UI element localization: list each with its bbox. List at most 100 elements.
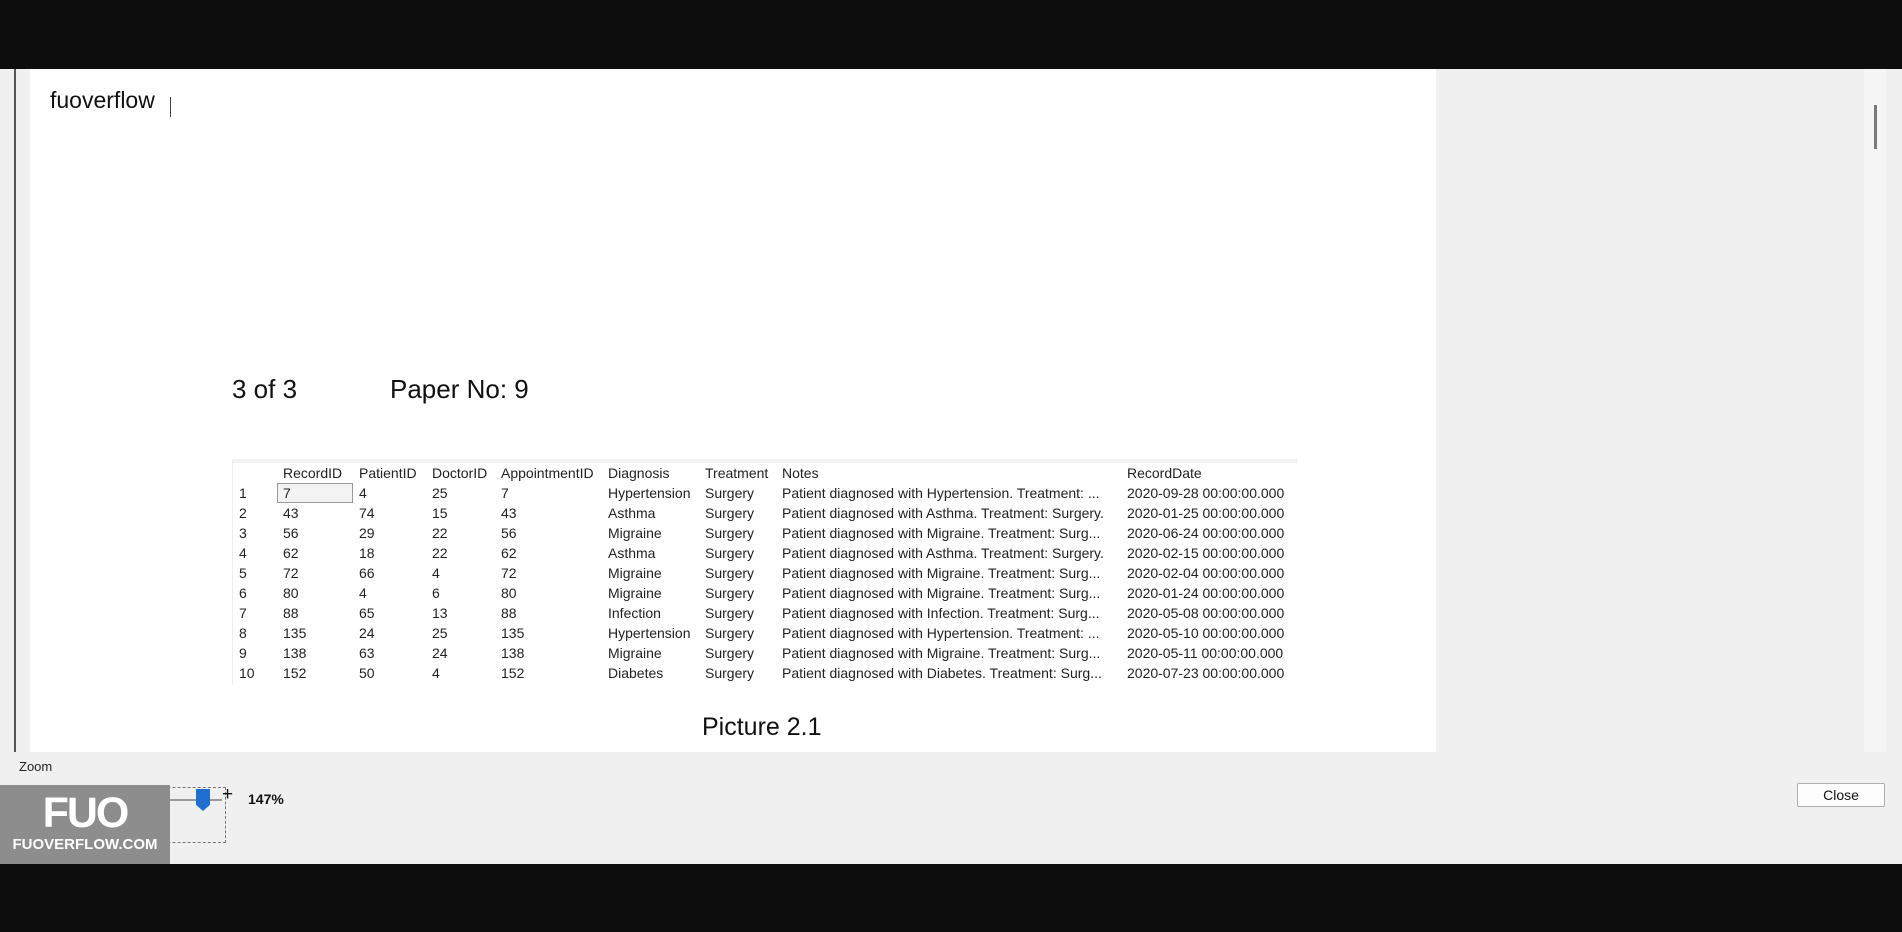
table-cell: Surgery: [705, 485, 755, 501]
table-cell: 2020-02-15 00:00:00.000: [1127, 545, 1285, 561]
table-cell: Patient diagnosed with Migraine. Treatme…: [782, 585, 1101, 601]
table-cell: 24: [432, 645, 448, 661]
table-cell: 22: [432, 545, 448, 561]
table-cell: 4: [432, 565, 440, 581]
table-cell: Patient diagnosed with Hypertension. Tre…: [782, 625, 1100, 641]
watermark-site: FUOVERFLOW.COM: [12, 836, 158, 853]
table-cell: 2020-01-25 00:00:00.000: [1127, 505, 1285, 521]
row-number: 10: [239, 665, 255, 681]
row-number: 2: [239, 505, 247, 521]
table-cell: Surgery: [705, 525, 755, 541]
column-header: RecordID: [283, 465, 343, 481]
column-header: AppointmentID: [501, 465, 594, 481]
table-cell: 25: [432, 485, 448, 501]
zoom-level: 147%: [248, 791, 284, 807]
table-cell: 135: [501, 625, 525, 641]
table-cell: Hypertension: [608, 485, 691, 501]
row-number: 7: [239, 605, 247, 621]
row-number: 3: [239, 525, 247, 541]
table-row: 6 80 4 6 80 Migraine Surgery Patient dia…: [233, 583, 1297, 603]
vertical-scrollbar[interactable]: [1864, 69, 1886, 752]
table-cell: Patient diagnosed with Infection. Treatm…: [782, 605, 1100, 621]
table-cell: Surgery: [705, 625, 755, 641]
table-cell: Migraine: [608, 565, 662, 581]
column-header: RecordDate: [1127, 465, 1202, 481]
table-cell: 50: [359, 665, 375, 681]
table-cell: 80: [501, 585, 517, 601]
table-cell: 66: [359, 565, 375, 581]
table-cell: 43: [283, 505, 299, 521]
table-cell: 62: [501, 545, 517, 561]
row-number-header: [233, 463, 277, 483]
table-cell: 43: [501, 505, 517, 521]
table-cell: 2020-01-24 00:00:00.000: [1127, 585, 1285, 601]
table-cell: Migraine: [608, 585, 662, 601]
print-preview-window: fuoverflow 3 of 3 Paper No: 9 RecordID P…: [0, 69, 1902, 864]
table-cell: Surgery: [705, 585, 755, 601]
table-cell: Migraine: [608, 525, 662, 541]
scrollbar-thumb[interactable]: [1874, 105, 1877, 149]
table-cell: Surgery: [705, 505, 755, 521]
table-cell: Diabetes: [608, 665, 664, 681]
page-info: 3 of 3: [232, 374, 298, 404]
table-cell: 2020-05-10 00:00:00.000: [1127, 625, 1285, 641]
table-cell: 2020-09-28 00:00:00.000: [1127, 485, 1285, 501]
table-cell: Asthma: [608, 545, 656, 561]
table-cell: Infection: [608, 605, 661, 621]
table-cell: 7: [277, 483, 353, 503]
table-cell: 7: [501, 485, 509, 501]
watermark-logo-text: FUO: [42, 789, 130, 837]
table-cell: 152: [283, 665, 307, 681]
table-cell: Patient diagnosed with Migraine. Treatme…: [782, 525, 1101, 541]
table-cell: Surgery: [705, 545, 755, 561]
table-cell: Patient diagnosed with Asthma. Treatment…: [782, 505, 1104, 521]
table-cell: 4: [359, 585, 367, 601]
figure-caption: Picture 2.1: [702, 713, 822, 741]
table-row: 7 88 65 13 88 Infection Surgery Patient …: [233, 603, 1297, 623]
table-row: 5 72 66 4 72 Migraine Surgery Patient di…: [233, 563, 1297, 583]
column-header: PatientID: [359, 465, 417, 481]
results-grid-image: RecordID PatientID DoctorID AppointmentI…: [232, 459, 1297, 685]
row-number: 4: [239, 545, 247, 561]
table-cell: 2020-02-04 00:00:00.000: [1127, 565, 1285, 581]
table-cell: 2020-06-24 00:00:00.000: [1127, 525, 1285, 541]
table-cell: 72: [283, 565, 299, 581]
row-number: 8: [239, 625, 247, 641]
table-row: 2 43 74 15 43 Asthma Surgery Patient dia…: [233, 503, 1297, 523]
table-cell: 135: [283, 625, 307, 641]
watermark-logo: FUO FUOVERFLOW.COM: [0, 785, 170, 864]
table-row: 8 135 24 25 135 Hypertension Surgery Pat…: [233, 623, 1297, 643]
table-row: 1 7 4 25 7 Hypertension Surgery Patient …: [233, 483, 1297, 503]
text-caret: [170, 97, 171, 117]
table-cell: 80: [283, 585, 299, 601]
header-row: RecordID PatientID DoctorID AppointmentI…: [233, 463, 1297, 483]
column-header: Notes: [782, 465, 819, 481]
table-cell: Patient diagnosed with Diabetes. Treatme…: [782, 665, 1102, 681]
paper-number: Paper No: 9: [390, 374, 529, 404]
table-cell: 18: [359, 545, 375, 561]
table-cell: Patient diagnosed with Asthma. Treatment…: [782, 545, 1104, 561]
table-row: 3 56 29 22 56 Migraine Surgery Patient d…: [233, 523, 1297, 543]
table-cell: 74: [359, 505, 375, 521]
table-cell: 63: [359, 645, 375, 661]
table-cell: Surgery: [705, 645, 755, 661]
table-cell: 4: [432, 665, 440, 681]
table-cell: 22: [432, 525, 448, 541]
table-cell: 2020-07-23 00:00:00.000: [1127, 665, 1285, 681]
table-cell: Surgery: [705, 565, 755, 581]
table-cell: 152: [501, 665, 525, 681]
table-cell: 88: [501, 605, 517, 621]
table-cell: 6: [432, 585, 440, 601]
zoom-in-icon[interactable]: +: [222, 784, 233, 806]
row-number: 5: [239, 565, 247, 581]
close-button[interactable]: Close: [1797, 783, 1885, 807]
column-header: Treatment: [705, 465, 769, 481]
table-cell: 2020-05-11 00:00:00.000: [1127, 645, 1284, 661]
table-cell: 88: [283, 605, 299, 621]
zoom-label: Zoom: [19, 759, 53, 774]
table-cell: 4: [359, 485, 367, 501]
table-cell: Asthma: [608, 505, 656, 521]
table-cell: Patient diagnosed with Migraine. Treatme…: [782, 565, 1101, 581]
table-cell: 138: [283, 645, 307, 661]
results-table: RecordID PatientID DoctorID AppointmentI…: [233, 463, 1297, 683]
